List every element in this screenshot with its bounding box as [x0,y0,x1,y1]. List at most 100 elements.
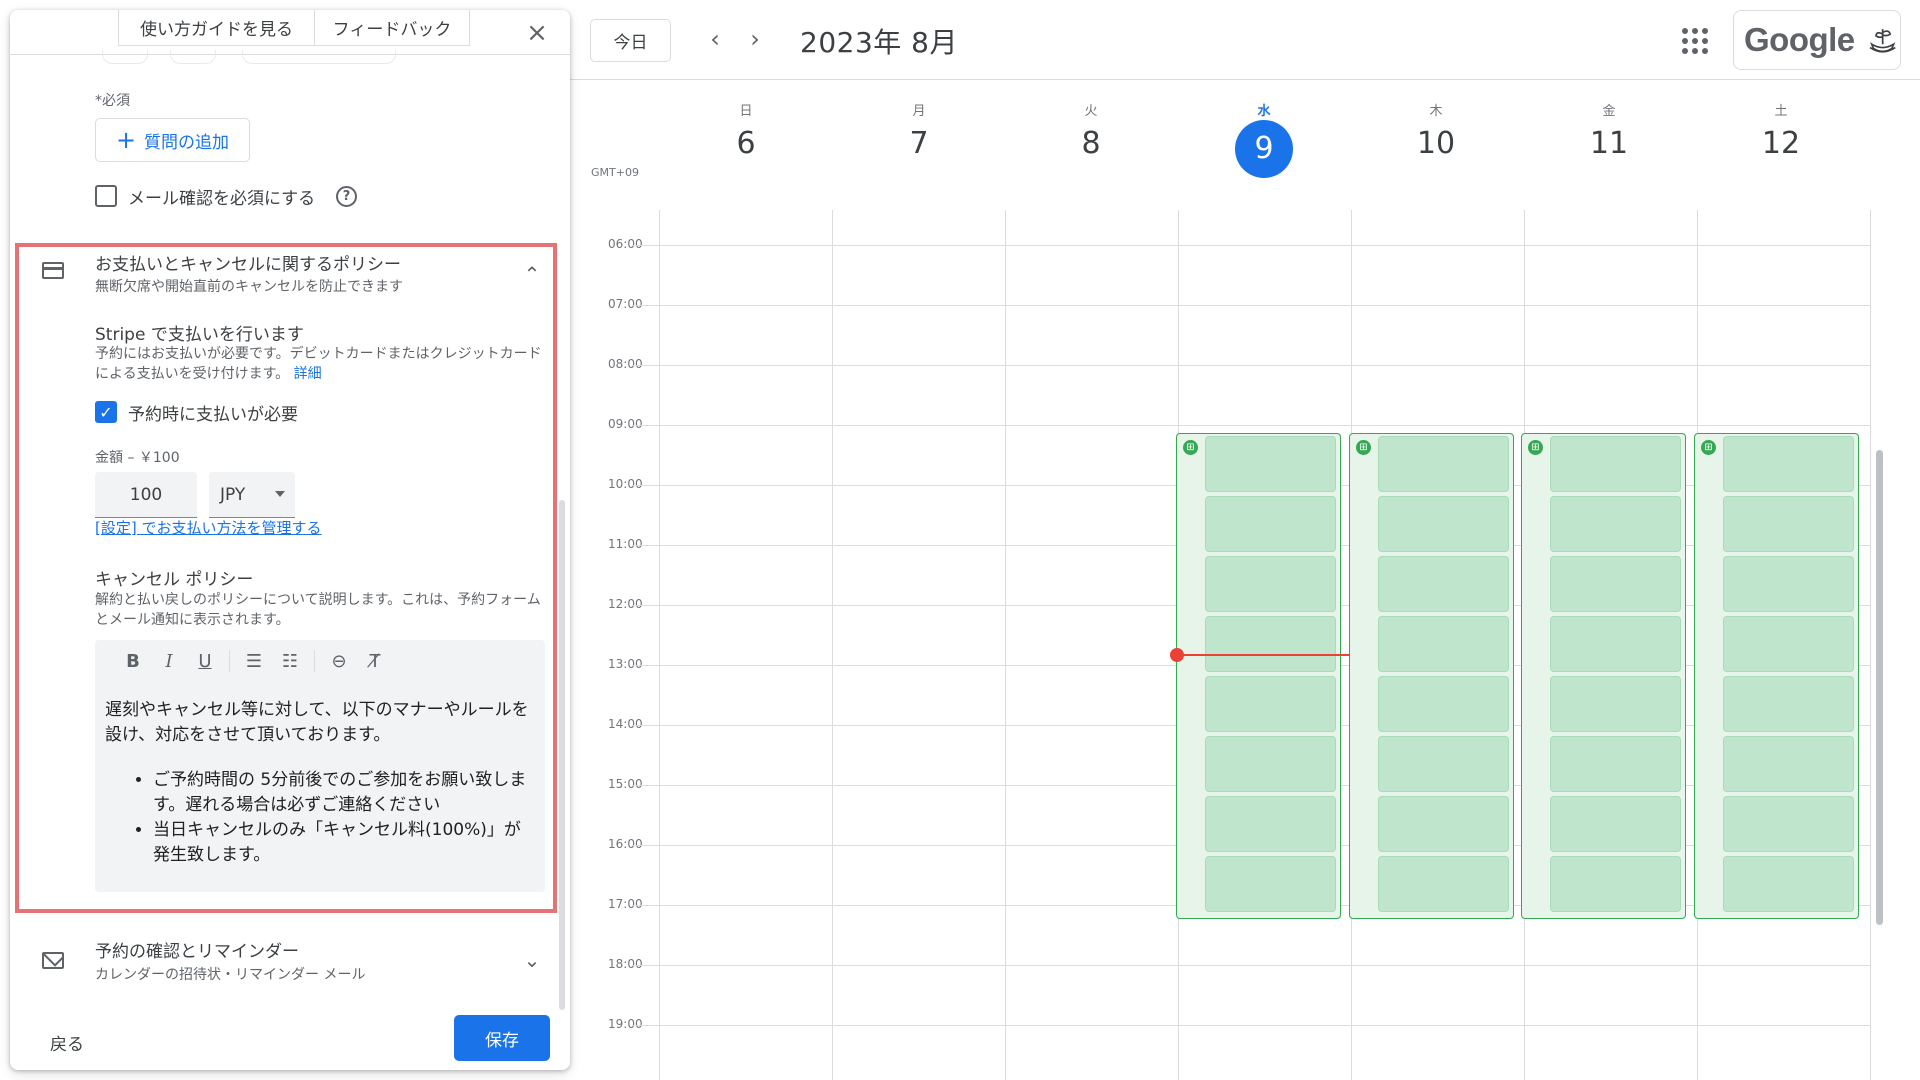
cancel-policy-editor[interactable]: B I U ☰ ☷ ⊖ T̸ 遅刻やキャンセル等に対して、以下のマナーやルールを… [95,640,545,892]
time-slot[interactable] [1205,556,1336,612]
day-of-week: 日 [739,104,753,119]
prev-week-icon[interactable]: ‹ [700,24,730,54]
numbered-list-icon[interactable]: ☰ [236,646,272,676]
time-label: 14:00 [608,717,643,731]
day-of-week: 水 [1257,104,1271,119]
day-number[interactable]: 8 [1005,122,1177,166]
close-icon[interactable]: × [522,18,552,48]
save-button[interactable]: 保存 [454,1015,550,1061]
day-header[interactable]: 水9 [1178,100,1350,178]
day-number[interactable]: 10 [1350,122,1522,166]
time-slot[interactable] [1723,616,1854,672]
account-chip[interactable]: Google [1733,10,1901,70]
payment-settings-link[interactable]: [設定] でお支払い方法を管理する [95,517,321,538]
plus-icon: + [115,126,137,154]
time-slot[interactable] [1550,616,1681,672]
availability-block[interactable]: ⊞ [1176,433,1341,919]
time-slot[interactable] [1550,556,1681,612]
today-button[interactable]: 今日 [590,19,671,62]
day-column-divider [659,210,660,1080]
time-slot[interactable] [1550,736,1681,792]
time-slot[interactable] [1378,736,1509,792]
require-payment-label: 予約時に支払いが必要 [128,405,298,425]
time-slot[interactable] [1205,616,1336,672]
currency-select[interactable]: JPY [209,472,295,518]
time-slot[interactable] [1723,856,1854,912]
availability-block[interactable]: ⊞ [1521,433,1686,919]
day-number[interactable]: 11 [1523,122,1695,166]
link-icon[interactable]: ⊖ [321,646,357,676]
currency-value: JPY [220,484,246,505]
payment-section-subtitle: 無断欠席や開始直前のキャンセルを防止できます [95,279,403,295]
time-slot[interactable] [1723,496,1854,552]
day-header[interactable]: 土 12 [1695,100,1867,166]
email-verify-checkbox[interactable] [95,185,117,207]
clear-format-icon[interactable]: T̸ [357,646,393,676]
toolbar-divider [229,650,230,672]
time-slot[interactable] [1723,556,1854,612]
time-slot[interactable] [1205,796,1336,852]
time-slot[interactable] [1378,796,1509,852]
time-slot[interactable] [1205,736,1336,792]
booking-page-icon: ⊞ [1183,440,1198,455]
underline-icon[interactable]: U [187,646,223,676]
panel-scrollbar[interactable] [559,500,565,1010]
time-slot[interactable] [1378,856,1509,912]
day-header[interactable]: 月7 [833,100,1005,166]
time-slot[interactable] [1378,616,1509,672]
time-slot[interactable] [1550,436,1681,492]
chevron-down-icon[interactable]: ⌄ [520,948,544,972]
time-slot[interactable] [1378,676,1509,732]
time-slot[interactable] [1550,676,1681,732]
time-slot[interactable] [1205,676,1336,732]
day-of-week: 木 [1429,104,1443,119]
payment-section-title[interactable]: お支払いとキャンセルに関するポリシー [95,250,401,275]
time-slot[interactable] [1550,496,1681,552]
next-week-icon[interactable]: › [740,24,770,54]
time-slot[interactable] [1550,856,1681,912]
time-slot[interactable] [1550,796,1681,852]
time-slot[interactable] [1378,436,1509,492]
availability-block[interactable]: ⊞ [1349,433,1514,919]
avatar-icon [1869,29,1896,53]
reminder-section-title[interactable]: 予約の確認とリマインダー [95,937,299,962]
day-header[interactable]: 火8 [1005,100,1177,166]
time-label: 06:00 [608,237,643,251]
help-icon[interactable]: ? [336,186,357,207]
availability-block[interactable]: ⊞ [1694,433,1859,919]
guide-tab[interactable]: 使い方ガイドを見る [118,10,315,46]
chevron-up-icon[interactable]: ⌃ [520,262,544,286]
time-slot[interactable] [1378,556,1509,612]
time-slot[interactable] [1205,496,1336,552]
details-link[interactable]: 詳細 [294,366,322,382]
email-verify-label: メール確認を必須にする [128,189,316,209]
add-question-button[interactable]: + 質問の追加 [95,118,250,162]
time-slot[interactable] [1205,436,1336,492]
editor-content[interactable]: 遅刻やキャンセル等に対して、以下のマナーやルールを設け、対応をさせて頂いておりま… [105,698,535,868]
time-slot[interactable] [1723,436,1854,492]
day-number[interactable]: 9 [1235,120,1293,178]
day-number[interactable]: 12 [1695,122,1867,166]
booking-settings-panel: 使い方ガイドを見る フィードバック × *必須 + 質問の追加 メール確認を必須… [10,10,570,1070]
day-number[interactable]: 7 [833,122,1005,166]
time-slot[interactable] [1205,856,1336,912]
day-number[interactable]: 6 [660,122,832,166]
require-payment-checkbox[interactable]: ✓ [95,401,117,423]
day-header[interactable]: 金 11 [1523,100,1695,166]
day-header[interactable]: 日6 [660,100,832,166]
day-header[interactable]: 木 10 [1350,100,1522,166]
editor-bullet: 当日キャンセルのみ「キャンセル料(100%)」が発生致します。 [153,818,535,868]
time-slot[interactable] [1723,736,1854,792]
back-button[interactable]: 戻る [50,1030,84,1055]
bold-icon[interactable]: B [115,646,151,676]
time-slot[interactable] [1723,676,1854,732]
feedback-tab[interactable]: フィードバック [314,10,470,46]
italic-icon[interactable]: I [151,646,187,676]
calendar-scrollbar[interactable] [1876,450,1883,925]
day-of-week: 火 [1084,104,1098,119]
amount-input[interactable]: 100 [95,472,197,518]
apps-grid-icon[interactable] [1680,26,1708,54]
time-slot[interactable] [1723,796,1854,852]
time-slot[interactable] [1378,496,1509,552]
bulleted-list-icon[interactable]: ☷ [272,646,308,676]
